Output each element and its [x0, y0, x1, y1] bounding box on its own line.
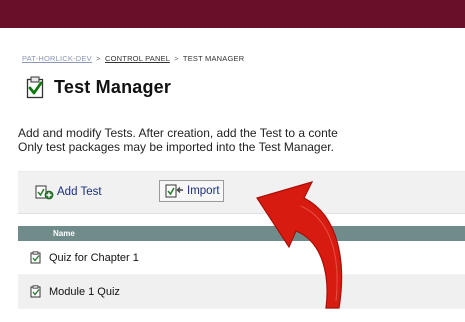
test-name[interactable]: Module 1 Quiz — [49, 286, 120, 298]
top-banner — [0, 0, 465, 28]
test-item-icon — [30, 285, 42, 298]
test-manager-screen: PAT-HORLICK-DEV > CONTROL PANEL > TEST M… — [0, 0, 465, 322]
breadcrumb-current-page: TEST MANAGER — [182, 54, 245, 63]
test-item-icon — [30, 251, 42, 264]
page-title-area: Test Manager — [26, 76, 171, 99]
add-test-icon — [34, 184, 54, 200]
column-header-name[interactable]: Name — [18, 226, 465, 241]
tests-table: Name Quiz for Chapter 1 Module 1 Quiz — [18, 226, 465, 309]
description-line-1: Add and modify Tests. After creation, ad… — [18, 126, 338, 140]
add-test-button[interactable]: Add Test — [34, 181, 102, 202]
import-button[interactable]: Import — [159, 180, 224, 202]
breadcrumb: PAT-HORLICK-DEV > CONTROL PANEL > TEST M… — [22, 54, 244, 63]
page-description: Add and modify Tests. After creation, ad… — [18, 126, 465, 154]
table-row[interactable]: Module 1 Quiz — [18, 275, 465, 309]
breadcrumb-separator: > — [96, 54, 101, 63]
import-icon — [164, 183, 184, 199]
action-toolbar: Add Test Import — [18, 171, 465, 214]
add-test-label: Add Test — [57, 185, 102, 198]
breadcrumb-separator: > — [174, 54, 179, 63]
page-title: Test Manager — [54, 77, 172, 97]
table-row[interactable]: Quiz for Chapter 1 — [18, 241, 465, 275]
checklist-icon — [26, 76, 44, 99]
breadcrumb-course-link[interactable]: PAT-HORLICK-DEV — [22, 54, 92, 63]
import-label: Import — [187, 185, 220, 197]
test-name[interactable]: Quiz for Chapter 1 — [49, 252, 139, 264]
breadcrumb-control-panel-link[interactable]: CONTROL PANEL — [105, 54, 170, 63]
description-line-2: Only test packages may be imported into … — [18, 140, 334, 154]
